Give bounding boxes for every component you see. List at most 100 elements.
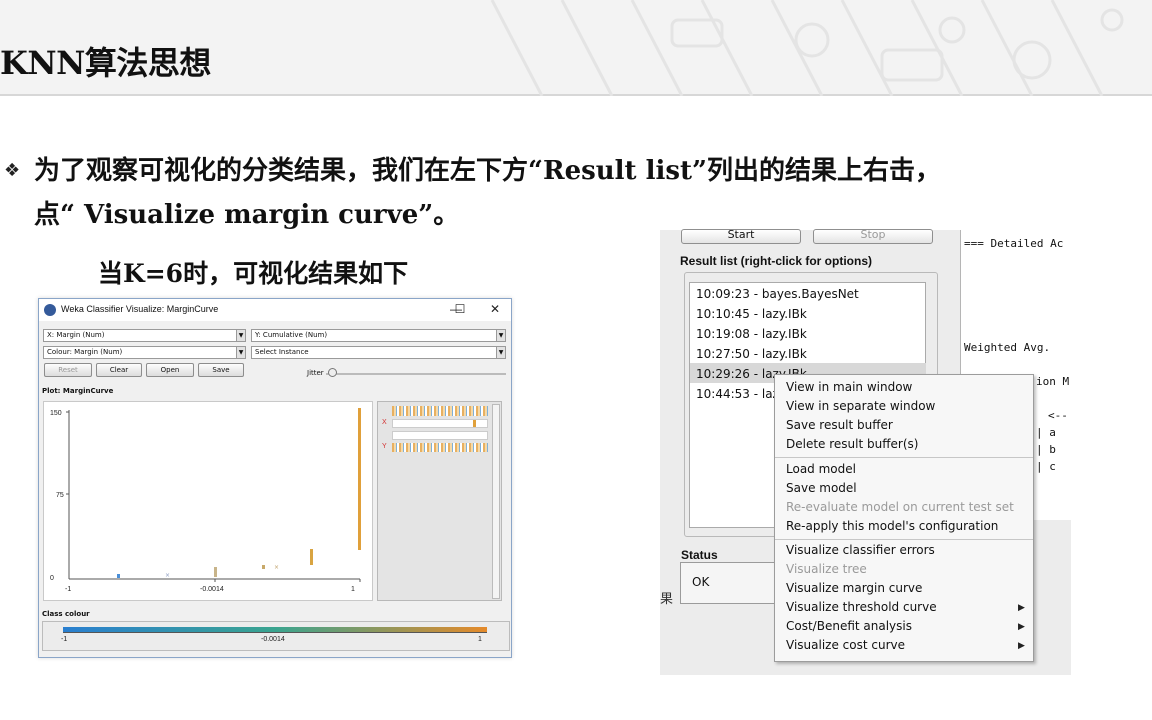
- attribute-bars-panel: X Y: [377, 401, 502, 601]
- result-list-title: Result list (right-click for options): [680, 254, 873, 268]
- menu-item-visualize-tree[interactable]: Visualize tree: [786, 562, 867, 576]
- open-button[interactable]: Open: [146, 363, 194, 377]
- stop-button[interactable]: Stop: [813, 229, 933, 244]
- menu-item-load-model[interactable]: Load model: [786, 462, 856, 476]
- plot-label: Plot: MarginCurve: [42, 387, 114, 395]
- menu-item-re-evaluate-model[interactable]: Re-evaluate model on current test set: [786, 500, 1014, 514]
- attribute-bar[interactable]: [392, 419, 488, 428]
- menu-item-cost-benefit-analysis[interactable]: Cost/Benefit analysis: [786, 619, 912, 633]
- clear-button[interactable]: Clear: [96, 363, 142, 377]
- data-point: [117, 574, 120, 578]
- status-title: Status: [681, 548, 718, 562]
- data-point: [214, 567, 217, 577]
- menu-item-view-main-window[interactable]: View in main window: [786, 380, 912, 394]
- bullet-text-line-1: 为了观察可视化的分类结果，我们在左下方“Result list”列出的结果上右击…: [34, 156, 941, 186]
- jitter-label: Jitter: [307, 369, 324, 377]
- chevron-down-icon: ▼: [496, 330, 505, 341]
- margin-curve-svg: 150 75 0 -1 -0.0014 1 × ×: [50, 408, 361, 593]
- result-item[interactable]: 10:10:45 - lazy.IBk: [696, 307, 807, 321]
- bullet-text-line-2: 点“ Visualize margin curve”。: [34, 200, 460, 230]
- output-line: === Detailed Ac: [964, 237, 1064, 250]
- data-point: ×: [274, 564, 279, 571]
- data-point: [310, 549, 313, 565]
- attribute-bar[interactable]: [392, 406, 488, 416]
- colour-tick-label: -0.0014: [261, 636, 285, 643]
- margin-curve-plot[interactable]: 150 75 0 -1 -0.0014 1 × ×: [43, 401, 373, 601]
- menu-item-save-model[interactable]: Save model: [786, 481, 857, 495]
- window-titlebar: Weka Classifier Visualize: MarginCurve —…: [39, 299, 511, 321]
- output-line: | c: [1036, 460, 1056, 473]
- status-box: OK: [680, 562, 780, 604]
- menu-separator: [775, 457, 1033, 458]
- x-tick-label: -0.0014: [200, 586, 224, 593]
- menu-item-visualize-margin-curve[interactable]: Visualize margin curve: [786, 581, 922, 595]
- colour-select-value: Colour: Margin (Num): [47, 348, 123, 356]
- class-colour-panel: -1 -0.0014 1: [42, 621, 510, 651]
- menu-item-delete-result-buffer[interactable]: Delete result buffer(s): [786, 437, 918, 451]
- output-line: | b: [1036, 443, 1056, 456]
- menu-item-visualize-cost-curve[interactable]: Visualize cost curve: [786, 638, 905, 652]
- slide-header: KNN算法思想: [0, 0, 1152, 96]
- class-colour-axis: [63, 632, 487, 633]
- attribute-bar[interactable]: [392, 443, 488, 452]
- y-axis-select-value: Y: Cumulative (Num): [255, 331, 328, 339]
- output-line: <--: [1048, 409, 1068, 422]
- x-axis-select[interactable]: X: Margin (Num) ▼: [43, 329, 246, 342]
- result-item[interactable]: 10:27:50 - lazy.IBk: [696, 347, 807, 361]
- select-instance-select[interactable]: Select Instance ▼: [251, 346, 506, 359]
- menu-item-visualize-classifier-errors[interactable]: Visualize classifier errors: [786, 543, 935, 557]
- chevron-down-icon: ▼: [496, 347, 505, 358]
- y-axis-select[interactable]: Y: Cumulative (Num) ▼: [251, 329, 506, 342]
- menu-item-save-result-buffer[interactable]: Save result buffer: [786, 418, 893, 432]
- x-axis-select-value: X: Margin (Num): [47, 331, 105, 339]
- chevron-down-icon: ▼: [236, 347, 245, 358]
- y-tick-label: 150: [50, 410, 62, 417]
- output-line: | a: [1036, 426, 1056, 439]
- side-x-marker: X: [382, 419, 387, 426]
- start-button[interactable]: Start: [681, 229, 801, 244]
- reset-button[interactable]: Reset: [44, 363, 92, 377]
- jitter-slider-handle[interactable]: [328, 368, 337, 377]
- class-colour-label: Class colour: [42, 610, 90, 618]
- bullet-icon: ❖: [4, 160, 21, 181]
- data-point: [358, 408, 361, 550]
- colour-select[interactable]: Colour: Margin (Num) ▼: [43, 346, 246, 359]
- close-icon[interactable]: ✕: [486, 301, 504, 317]
- save-button[interactable]: Save: [198, 363, 244, 377]
- x-tick-label: 1: [351, 586, 355, 593]
- result-item[interactable]: 10:09:23 - bayes.BayesNet: [696, 287, 859, 301]
- side-y-marker: Y: [382, 443, 387, 450]
- window-title: Weka Classifier Visualize: MarginCurve: [61, 304, 219, 314]
- chevron-down-icon: ▼: [236, 330, 245, 341]
- cropped-text: 果: [660, 592, 674, 607]
- slide-title: KNN算法思想: [0, 44, 211, 82]
- submenu-arrow-icon: ▶: [1018, 603, 1025, 613]
- menu-item-view-separate-window[interactable]: View in separate window: [786, 399, 935, 413]
- submenu-arrow-icon: ▶: [1018, 641, 1025, 651]
- data-point: [262, 565, 265, 569]
- caption-k6: 当K=6时，可视化结果如下: [98, 259, 409, 288]
- attribute-bar-mark: [473, 420, 476, 427]
- result-item[interactable]: 10:19:08 - lazy.IBk: [696, 327, 807, 341]
- side-scrollbar[interactable]: [492, 404, 500, 599]
- data-points: × ×: [117, 408, 361, 579]
- y-tick-label: 0: [50, 575, 54, 582]
- attribute-bar[interactable]: [392, 431, 488, 440]
- jitter-slider-track[interactable]: [326, 373, 506, 375]
- colour-tick-label: -1: [61, 636, 68, 643]
- data-point: ×: [165, 572, 170, 579]
- submenu-arrow-icon: ▶: [1018, 622, 1025, 632]
- y-tick-label: 75: [56, 492, 64, 499]
- menu-item-visualize-threshold-curve[interactable]: Visualize threshold curve: [786, 600, 937, 614]
- colour-tick-label: 1: [478, 636, 482, 643]
- output-line: ion M: [1036, 375, 1070, 388]
- output-line: Weighted Avg.: [964, 341, 1051, 354]
- select-instance-value: Select Instance: [255, 348, 309, 356]
- maximize-icon[interactable]: ☐: [451, 301, 469, 317]
- status-value: OK: [692, 575, 710, 589]
- weka-logo-icon: [44, 304, 56, 316]
- x-tick-label: -1: [65, 586, 71, 593]
- menu-separator: [775, 539, 1033, 540]
- menu-item-re-apply-configuration[interactable]: Re-apply this model's configuration: [786, 519, 998, 533]
- header-decoration: [490, 0, 1124, 96]
